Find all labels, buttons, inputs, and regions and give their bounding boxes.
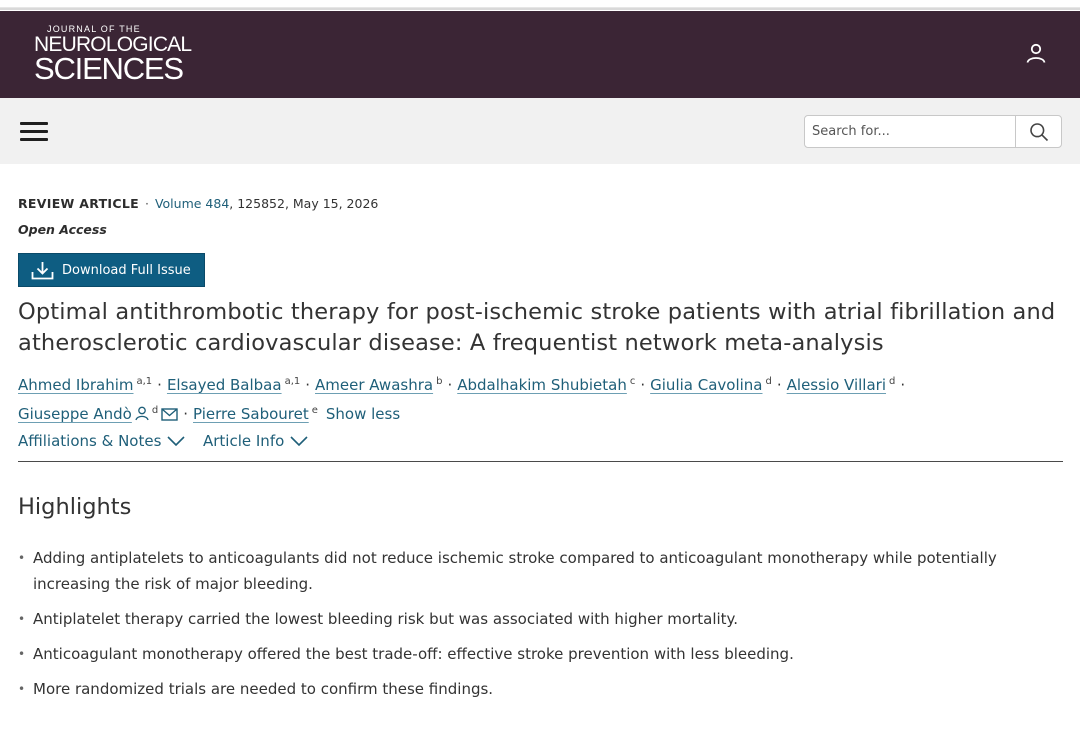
author-affiliation: a,1	[284, 376, 301, 387]
author-separator: ·	[776, 376, 782, 394]
author-separator: ·	[640, 376, 646, 394]
article-meta: REVIEW ARTICLE · Volume 484, 125852, May 1…	[18, 196, 378, 211]
highlights-heading: Highlights	[18, 494, 132, 520]
chevron-down-icon	[167, 436, 185, 446]
author-separator: ·	[900, 376, 906, 394]
show-less-toggle[interactable]: Show less	[326, 405, 400, 423]
volume-link[interactable]: Volume 484	[155, 196, 229, 211]
author-affiliation: d	[889, 376, 896, 387]
author-link-corresponding[interactable]: Giuseppe Andò	[18, 405, 132, 423]
journal-logo[interactable]: JOURNAL OF THE NEUROLOGICAL SCIENCES	[34, 24, 192, 86]
download-full-issue-button[interactable]: Download Full Issue	[18, 253, 205, 287]
search-input[interactable]	[805, 116, 1016, 147]
person-icon[interactable]	[135, 406, 149, 421]
author-link[interactable]: Abdalhakim Shubietah	[457, 376, 627, 394]
meta-separator: ·	[144, 196, 149, 211]
author-affiliation: e	[311, 405, 318, 416]
download-label: Download Full Issue	[62, 262, 191, 278]
author-link[interactable]: Ameer Awashra	[315, 376, 433, 394]
menu-icon-bar-1	[20, 122, 48, 125]
journal-header: JOURNAL OF THE NEUROLOGICAL SCIENCES	[0, 11, 1080, 98]
author-separator: ·	[305, 376, 311, 394]
article-title: Optimal antithrombotic therapy for post-…	[18, 299, 1056, 356]
mail-icon[interactable]	[161, 408, 178, 421]
user-account-button[interactable]	[1022, 39, 1050, 67]
tab-label: Affiliations & Notes	[18, 432, 162, 450]
highlight-item: Antiplatelet therapy carried the lowest …	[18, 606, 1018, 632]
author-affiliation: c	[629, 376, 636, 387]
author-link[interactable]: Elsayed Balbaa	[167, 376, 282, 394]
author-link[interactable]: Pierre Sabouret	[193, 405, 309, 423]
author-separator: ·	[183, 405, 188, 423]
author-link[interactable]: Alessio Villari	[787, 376, 886, 394]
article-type: REVIEW ARTICLE	[18, 196, 139, 211]
highlight-item: Anticoagulant monotherapy offered the be…	[18, 641, 1018, 667]
author-link[interactable]: Giulia Cavolina	[650, 376, 762, 394]
author-affiliation: a,1	[136, 376, 153, 387]
search-icon	[1029, 122, 1048, 141]
author-link[interactable]: Ahmed Ibrahim	[18, 376, 134, 394]
citation-details: , 125852, May 15, 2026	[229, 196, 379, 211]
open-access-label: Open Access	[18, 222, 107, 237]
menu-icon-bar-3	[20, 138, 48, 141]
author-list: Ahmed Ibrahim a,1 · Elsayed Balbaa a,1 · Ameer…	[18, 369, 1063, 427]
author-separator: ·	[157, 376, 162, 394]
user-icon	[1026, 43, 1046, 63]
search-button[interactable]	[1016, 116, 1061, 147]
author-affiliation: d	[151, 405, 159, 416]
highlight-item: More randomized trials are needed to con…	[18, 676, 1018, 702]
chevron-down-icon	[290, 436, 308, 446]
article-tabs: Affiliations & Notes Article Info	[18, 432, 1063, 462]
menu-button[interactable]	[20, 120, 48, 142]
search-box	[804, 115, 1062, 148]
navigation-bar	[0, 98, 1080, 164]
menu-icon-bar-2	[20, 130, 48, 133]
tab-affiliations-notes[interactable]: Affiliations & Notes	[18, 432, 185, 450]
logo-line-3: SCIENCES	[34, 51, 184, 86]
highlights-list: Adding antiplatelets to anticoagulants d…	[18, 545, 1018, 702]
author-affiliation: d	[765, 376, 772, 387]
download-icon	[31, 261, 54, 279]
highlight-item: Adding antiplatelets to anticoagulants d…	[18, 545, 1018, 597]
browser-top-strip	[0, 0, 1080, 10]
author-separator: ·	[447, 376, 453, 394]
tab-article-info[interactable]: Article Info	[203, 432, 308, 450]
author-affiliation: b	[436, 376, 443, 387]
tab-label: Article Info	[203, 432, 285, 450]
